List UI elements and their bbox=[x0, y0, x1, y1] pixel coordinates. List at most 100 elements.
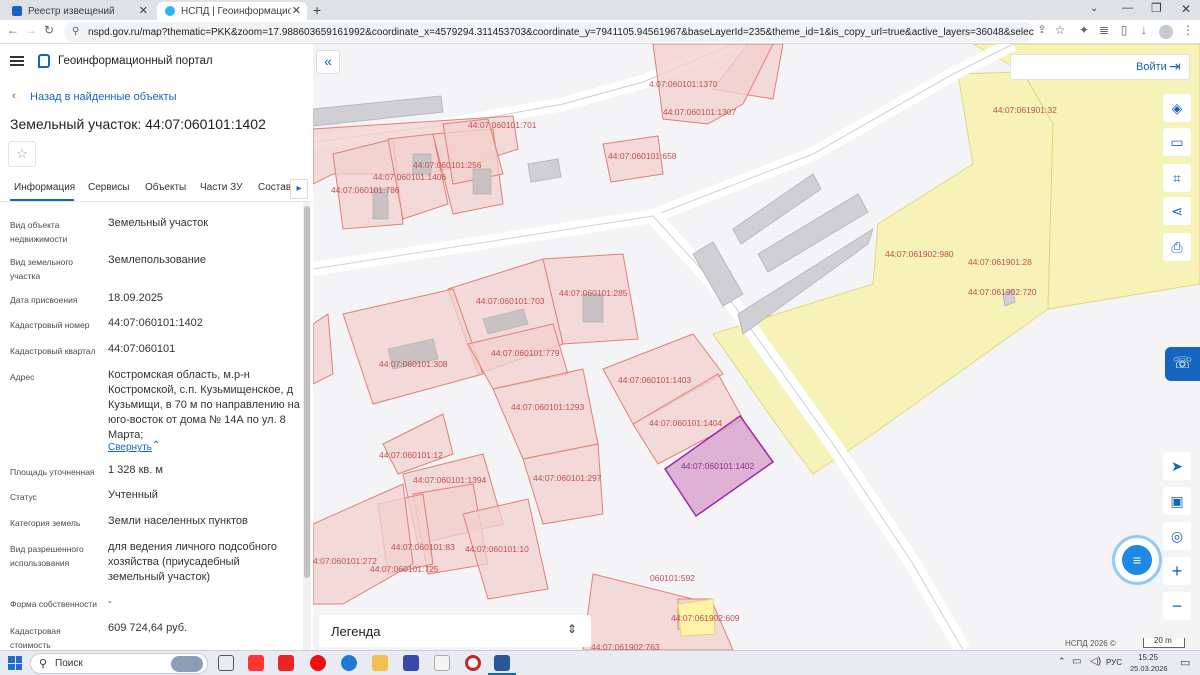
notifications-icon[interactable]: ▭ bbox=[1180, 656, 1190, 669]
parcel-label: 44:07:060101:308 bbox=[379, 359, 448, 369]
field-value: - bbox=[108, 596, 112, 608]
location-search-icon[interactable]: ◎ bbox=[1163, 522, 1191, 550]
field-value: Учтенный bbox=[108, 489, 158, 501]
select-area-icon[interactable]: ⌗ bbox=[1163, 164, 1191, 192]
word-icon[interactable] bbox=[494, 655, 510, 671]
tab-parts[interactable]: Части ЗУ bbox=[200, 182, 242, 193]
login-button[interactable]: Войти ⇥ bbox=[1010, 54, 1190, 80]
parcel-label: 44:07:060101:1293 bbox=[511, 402, 585, 412]
measure-ruler-icon[interactable]: ▭ bbox=[1163, 128, 1191, 156]
chrome-icon[interactable] bbox=[465, 655, 481, 671]
parcel-label: 44:07:061901:28 bbox=[968, 257, 1032, 267]
parcel-label: 44:07:060101:779 bbox=[491, 348, 560, 358]
new-tab-button[interactable]: + bbox=[313, 2, 321, 18]
map-view[interactable]: 4:07:060101:1370 44:07:060101:1307 44:07… bbox=[313, 44, 1200, 650]
parcel-label: 44:07:061901:32 bbox=[993, 105, 1057, 115]
windows-start-icon[interactable] bbox=[8, 656, 22, 670]
legend-dropdown[interactable]: Легенда ⇕ bbox=[319, 615, 591, 647]
search-icon: ⚲ bbox=[39, 658, 48, 670]
back-to-results-link[interactable]: Назад в найденные объекты bbox=[30, 91, 177, 103]
print-icon[interactable]: ⎙ bbox=[1163, 233, 1191, 261]
browser-tab[interactable]: Реестр извещений ✕ bbox=[4, 2, 154, 20]
opera-icon[interactable] bbox=[310, 655, 326, 671]
forward-arrow-icon[interactable]: → bbox=[22, 23, 40, 37]
page-favicon-icon bbox=[12, 6, 22, 16]
edge-icon[interactable] bbox=[341, 655, 357, 671]
favorite-star-icon[interactable]: ☆ bbox=[8, 141, 36, 167]
field-label: Форма собственности bbox=[10, 599, 97, 609]
chat-assistant-button[interactable]: ☏ bbox=[1165, 347, 1200, 381]
tab-objects[interactable]: Объекты bbox=[145, 182, 186, 193]
profile-avatar[interactable] bbox=[1159, 25, 1173, 39]
field-label: Дата присвоения bbox=[10, 295, 78, 305]
scrollbar-thumb[interactable] bbox=[304, 206, 310, 578]
hamburger-menu-icon[interactable] bbox=[10, 56, 24, 66]
field-value: Земли населенных пунктов bbox=[108, 515, 248, 527]
side-panel-icon[interactable]: ▯ bbox=[1115, 23, 1133, 37]
selected-parcel-label: 44:07:060101:1402 bbox=[681, 461, 755, 471]
keyboard-language[interactable]: РУС bbox=[1106, 658, 1122, 667]
share-page-icon[interactable]: ⇪ bbox=[1033, 23, 1051, 36]
task-view-icon[interactable] bbox=[218, 655, 234, 671]
parcel-label: 44:07:060101:1406 bbox=[373, 172, 447, 182]
expand-icon: ⇕ bbox=[567, 622, 578, 636]
collapse-link[interactable]: Свернуть bbox=[108, 442, 152, 453]
clock-date[interactable]: 25.03.2026 bbox=[1130, 664, 1168, 673]
map-canvas[interactable] bbox=[313, 44, 1200, 650]
tab-information[interactable]: Информация bbox=[14, 182, 75, 193]
layers-icon[interactable]: ◈ bbox=[1163, 94, 1191, 122]
tabs-scroll-right-button[interactable]: ▸ bbox=[290, 179, 308, 199]
map-attribution: НСПД 2026 © bbox=[1065, 639, 1116, 648]
browser-tab-active[interactable]: НСПД | Геоинформационный п ✕ bbox=[157, 2, 307, 20]
panel-scrollbar[interactable] bbox=[303, 202, 311, 650]
site-info-icon[interactable]: ⚲ bbox=[72, 26, 79, 37]
tray-chevron-icon[interactable]: ⌃ bbox=[1058, 656, 1066, 667]
minimize-button[interactable]: — bbox=[1122, 2, 1133, 14]
browser-tab-strip: Реестр извещений ✕ НСПД | Геоинформацион… bbox=[0, 0, 1200, 20]
bookmark-star-icon[interactable]: ☆ bbox=[1051, 23, 1069, 37]
chevron-up-icon[interactable]: ⌃ bbox=[152, 440, 160, 451]
volume-icon[interactable]: ◁) bbox=[1090, 656, 1101, 667]
close-tab-icon[interactable]: ✕ bbox=[139, 4, 148, 17]
downloads-icon[interactable]: ↓ bbox=[1135, 23, 1153, 37]
zoom-out-button[interactable]: − bbox=[1163, 592, 1191, 620]
close-window-button[interactable]: ✕ bbox=[1181, 2, 1191, 16]
close-tab-icon[interactable]: ✕ bbox=[292, 4, 301, 17]
field-value: для ведения личного подсобного хозяйства… bbox=[108, 541, 278, 583]
field-value: Земельный участок bbox=[108, 217, 209, 229]
minimap-icon[interactable]: ▣ bbox=[1163, 487, 1191, 515]
reading-list-icon[interactable]: ≣ bbox=[1095, 23, 1113, 37]
taskbar-search-box[interactable]: ⚲ Поиск bbox=[30, 653, 208, 674]
parcel-label: 44:07:060101:12 bbox=[379, 450, 443, 460]
collapse-panel-button[interactable]: « bbox=[316, 50, 340, 74]
yandex-browser-icon[interactable] bbox=[248, 655, 264, 671]
extensions-icon[interactable]: ✦ bbox=[1075, 23, 1093, 37]
clock-time[interactable]: 15:25 bbox=[1138, 653, 1158, 662]
locate-arrow-icon[interactable]: ➤ bbox=[1163, 452, 1191, 480]
address-bar[interactable]: ⚲ nspd.gov.ru/map?thematic=PKK&zoom=17.9… bbox=[64, 22, 1034, 42]
tab-title: НСПД | Геоинформационный п bbox=[181, 5, 291, 17]
parcel-label: 44:07:061902:980 bbox=[885, 249, 954, 259]
support-chat-button[interactable]: ≡ bbox=[1112, 535, 1162, 585]
back-chevron-icon[interactable]: ‹ bbox=[12, 90, 16, 102]
network-icon[interactable]: ▭ bbox=[1072, 656, 1081, 667]
maximize-button[interactable]: ❐ bbox=[1151, 1, 1162, 15]
yandex-app-icon[interactable] bbox=[278, 655, 294, 671]
back-arrow-icon[interactable]: ← bbox=[4, 23, 22, 37]
parcel-label: 4:07:060101:1370 bbox=[649, 79, 718, 89]
tab-services[interactable]: Сервисы bbox=[88, 182, 129, 193]
tab-search-icon[interactable]: ⌄ bbox=[1090, 3, 1098, 14]
app-icon[interactable] bbox=[403, 655, 419, 671]
zoom-in-button[interactable]: + bbox=[1163, 557, 1191, 585]
file-explorer-icon[interactable] bbox=[372, 655, 388, 671]
parcel-label: 44:07:060101:786 bbox=[331, 185, 400, 195]
field-value: 1 328 кв. м bbox=[108, 464, 163, 476]
notepad-icon[interactable] bbox=[434, 655, 450, 671]
browser-menu-icon[interactable]: ⋮ bbox=[1179, 23, 1197, 37]
map-scale-label: 20 m bbox=[1154, 636, 1172, 645]
field-label: Кадастровый номер bbox=[10, 320, 90, 330]
field-label: Кадастровая стоимость bbox=[10, 626, 61, 650]
reload-icon[interactable]: ↻ bbox=[40, 23, 58, 37]
share-icon[interactable]: ⋖ bbox=[1163, 197, 1191, 225]
tab-composition[interactable]: Состав bbox=[258, 182, 291, 193]
